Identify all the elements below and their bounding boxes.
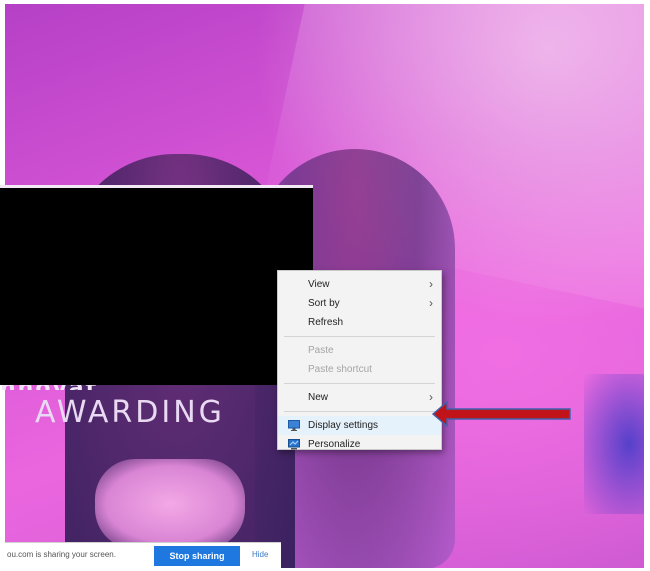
menu-item-refresh[interactable]: Refresh	[278, 313, 441, 332]
menu-separator	[284, 383, 435, 384]
annotation-arrow-icon	[432, 401, 571, 427]
menu-item-label: View	[308, 279, 330, 290]
menu-item-sort-by[interactable]: Sort by ›	[278, 294, 441, 313]
menu-item-paste-shortcut: Paste shortcut	[278, 360, 441, 379]
stop-sharing-button[interactable]: Stop sharing	[154, 546, 240, 566]
menu-separator	[284, 336, 435, 337]
menu-separator	[284, 411, 435, 412]
poster-awarding-text: AWARDING	[35, 395, 225, 430]
chevron-right-icon: ›	[429, 277, 433, 291]
wallpaper-blue-flare	[584, 374, 644, 514]
sharing-status-text: ou.com is sharing your screen.	[7, 550, 116, 559]
display-settings-icon	[288, 420, 300, 431]
hide-link[interactable]: Hide	[252, 550, 268, 559]
menu-item-label: Display settings	[308, 420, 379, 431]
menu-item-label: Paste shortcut	[308, 364, 372, 375]
personalize-icon	[288, 439, 300, 450]
menu-item-new[interactable]: New ›	[278, 388, 441, 407]
menu-item-display-settings[interactable]: Display settings	[278, 416, 441, 435]
screen-sharing-bar: ou.com is sharing your screen. Stop shar…	[5, 542, 281, 568]
menu-item-personalize[interactable]: Personalize	[278, 435, 441, 454]
chevron-right-icon: ›	[429, 296, 433, 310]
menu-item-label: Paste	[308, 345, 334, 356]
menu-item-label: Personalize	[308, 439, 361, 450]
menu-item-label: Sort by	[308, 298, 340, 309]
menu-item-label: Refresh	[308, 317, 344, 328]
menu-item-paste: Paste	[278, 341, 441, 360]
wallpaper-hands	[95, 459, 245, 549]
redacted-block	[0, 185, 313, 385]
menu-item-view[interactable]: View ›	[278, 275, 441, 294]
menu-item-label: New	[308, 392, 329, 403]
desktop-context-menu: View › Sort by › Refresh Paste Paste sho…	[277, 270, 442, 450]
